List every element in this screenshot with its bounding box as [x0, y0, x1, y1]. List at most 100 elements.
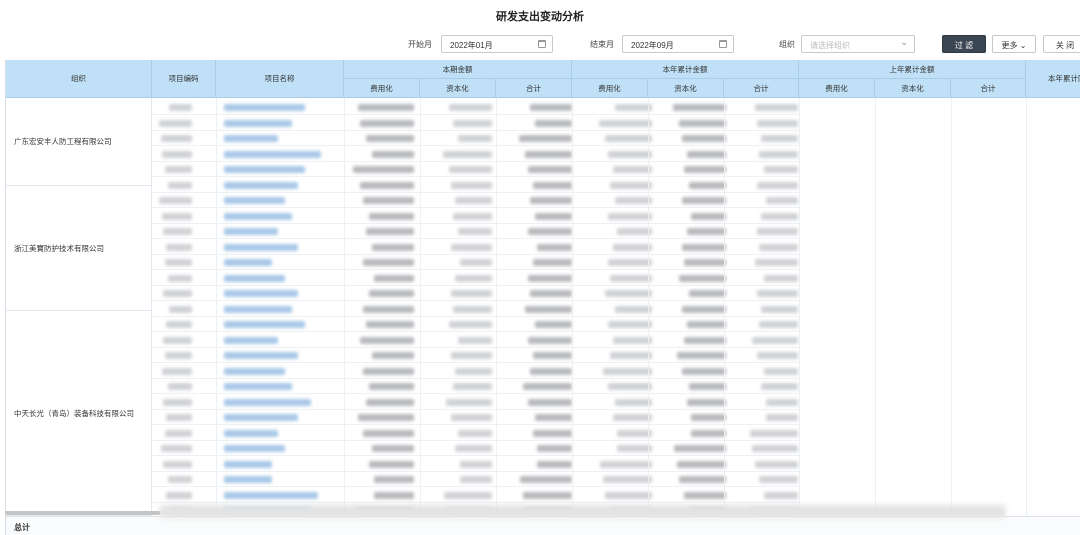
redacted-cell	[533, 429, 572, 437]
more-button[interactable]: 更多 ⌄	[992, 35, 1036, 53]
redacted-cell	[528, 274, 572, 282]
redacted-cell	[615, 197, 652, 204]
redacted-cell	[537, 243, 572, 251]
start-month-picker[interactable]: 2022年01月	[441, 35, 553, 53]
redacted-cell	[689, 290, 726, 297]
redacted-cell	[224, 398, 311, 406]
redacted-cell	[687, 150, 726, 158]
redacted-cell	[353, 166, 414, 173]
redacted-cell	[374, 274, 414, 282]
table-row[interactable]	[152, 457, 800, 472]
table-row[interactable]	[152, 472, 800, 487]
redacted-cell	[682, 367, 726, 375]
table-row[interactable]	[152, 348, 800, 363]
close-button[interactable]: 关 闭	[1043, 35, 1080, 53]
table-row[interactable]	[152, 317, 800, 332]
redacted-cell	[374, 476, 414, 483]
redacted-cell	[691, 212, 726, 220]
redacted-cell	[455, 197, 492, 204]
redacted-cell	[673, 104, 726, 111]
column-divider	[572, 98, 573, 535]
table-row[interactable]	[152, 302, 800, 317]
redacted-cell	[684, 259, 726, 266]
redacted-cell	[613, 336, 652, 344]
redacted-cell	[168, 383, 192, 390]
table-row[interactable]	[152, 240, 800, 255]
redacted-cell	[757, 228, 798, 235]
redacted-cell	[224, 321, 305, 328]
table-row[interactable]	[152, 224, 800, 239]
col-header-capitalized: 资本化	[648, 79, 724, 98]
col-header-ytd-yoy: 本年累计同比	[1026, 60, 1080, 98]
org-select[interactable]: 请选择组织 ⌄	[801, 35, 915, 53]
table-row[interactable]	[152, 100, 800, 115]
redacted-cell	[520, 476, 572, 483]
redacted-cell	[224, 383, 292, 390]
redacted-cell	[535, 414, 572, 421]
end-month-picker[interactable]: 2022年09月	[622, 35, 734, 53]
col-header-total: 合计	[496, 79, 572, 98]
redacted-cell	[366, 228, 414, 235]
table-row[interactable]	[152, 255, 800, 270]
redacted-cell	[224, 197, 285, 204]
redacted-cell	[366, 321, 414, 328]
redacted-cell	[168, 181, 192, 189]
chevron-down-icon: ⌄	[900, 37, 908, 47]
table-row[interactable]	[152, 286, 800, 301]
table-row[interactable]	[152, 193, 800, 208]
redacted-cell	[451, 290, 492, 297]
table-row[interactable]	[152, 410, 800, 425]
table-row[interactable]	[152, 364, 800, 379]
redacted-cell	[224, 491, 318, 499]
column-divider	[875, 98, 876, 535]
column-divider	[344, 98, 345, 535]
table-row[interactable]	[152, 116, 800, 131]
total-label: 总计	[14, 523, 30, 532]
redacted-cell	[224, 460, 272, 468]
column-divider	[724, 98, 725, 535]
col-header-last-ytd: 上年累计金额	[799, 60, 1026, 79]
redacted-cell	[366, 135, 414, 142]
col-header-expensed: 费用化	[344, 79, 420, 98]
table-row[interactable]	[152, 147, 800, 162]
filter-button[interactable]: 过 滤	[942, 35, 986, 53]
redacted-cell	[372, 352, 414, 359]
end-month-label: 结束月	[590, 40, 614, 49]
table-row[interactable]	[152, 271, 800, 286]
redacted-cell	[752, 336, 798, 344]
redacted-cell	[755, 104, 798, 111]
table-row[interactable]	[152, 131, 800, 146]
org-group-cell: 广东宏安丰人防工程有限公司	[6, 98, 152, 186]
horizontal-scrollbar-thumb[interactable]	[5, 511, 160, 515]
redacted-cell	[159, 197, 192, 204]
redacted-cell	[679, 119, 726, 127]
redacted-cell	[224, 429, 278, 437]
table-row[interactable]	[152, 441, 800, 456]
table-row[interactable]	[152, 178, 800, 193]
table-row[interactable]	[152, 395, 800, 410]
redacted-cell	[764, 166, 798, 173]
redacted-cell	[366, 398, 414, 406]
redacted-cell	[613, 414, 652, 421]
redacted-cell	[453, 305, 492, 313]
table-row[interactable]	[152, 162, 800, 177]
table-row[interactable]	[152, 209, 800, 224]
table-row[interactable]	[152, 488, 800, 503]
redacted-cell	[615, 104, 652, 111]
redacted-cell	[679, 274, 726, 282]
redacted-cell	[224, 290, 298, 297]
table-row[interactable]	[152, 333, 800, 348]
org-select-placeholder: 请选择组织	[810, 41, 850, 50]
column-divider	[799, 98, 800, 535]
redacted-cell	[449, 104, 492, 111]
table-row[interactable]	[152, 379, 800, 394]
redacted-cell	[161, 135, 192, 142]
redacted-cell	[372, 243, 414, 251]
redacted-cell	[458, 228, 492, 235]
redacted-cell	[163, 398, 192, 406]
redacted-cell	[166, 491, 192, 499]
redacted-cell	[761, 305, 798, 313]
redacted-cell	[453, 119, 492, 127]
table-row[interactable]	[152, 426, 800, 441]
redacted-cell	[360, 336, 414, 344]
